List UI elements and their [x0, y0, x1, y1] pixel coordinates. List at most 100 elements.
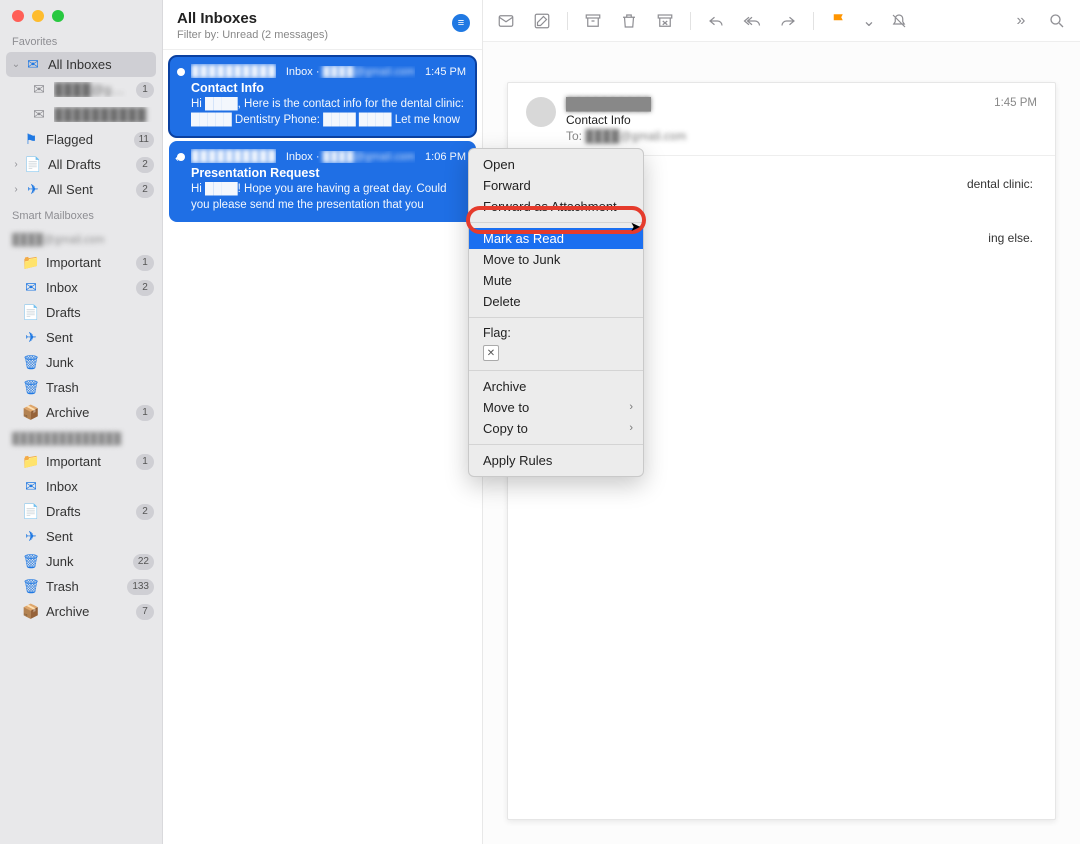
sidebar-item-drafts[interactable]: 📄Drafts2 — [0, 499, 162, 524]
sidebar-item-label: Junk — [46, 554, 133, 569]
folder-icon: 📁 — [22, 254, 40, 271]
message-from: ██████████ — [191, 149, 276, 163]
ctx-archive[interactable]: Archive — [469, 376, 643, 397]
minimize-window-button[interactable] — [32, 10, 44, 22]
reply-icon[interactable] — [705, 10, 727, 32]
sidebar-item-all-sent[interactable]: › ✈︎ All Sent 2 — [0, 177, 162, 202]
compose-icon[interactable] — [531, 10, 553, 32]
sidebar-item-trash[interactable]: 🗑︎ Trash — [0, 375, 162, 400]
inbox-icon: ✉︎ — [22, 279, 40, 296]
sidebar-item-label: Drafts — [46, 305, 154, 320]
inbox-icon: ✉︎ — [30, 106, 48, 123]
reader-to: To: ████@gmail.com — [566, 129, 984, 143]
sent-icon: ✈︎ — [24, 181, 42, 198]
toolbar-separator — [567, 12, 568, 30]
junk-icon: 🗑︎ — [22, 553, 40, 570]
toolbar-separator — [690, 12, 691, 30]
ctx-move-to-junk[interactable]: Move to Junk — [469, 249, 643, 270]
mute-icon[interactable] — [888, 10, 910, 32]
sidebar-item-junk[interactable]: 🗑︎Junk22 — [0, 549, 162, 574]
more-icon[interactable]: » — [1010, 10, 1032, 32]
sidebar-item-sent[interactable]: ✈︎Sent — [0, 325, 162, 350]
count-badge: 2 — [136, 504, 154, 520]
sidebar-item-inbox[interactable]: ✉︎ Inbox — [0, 474, 162, 499]
sidebar-item-label: Trash — [46, 380, 154, 395]
sidebar-item-archive[interactable]: 📦Archive1 — [0, 400, 162, 425]
search-icon[interactable] — [1046, 10, 1068, 32]
ctx-forward-attachment[interactable]: Forward as Attachment — [469, 196, 643, 217]
chevron-down-icon[interactable]: ⌄ — [10, 59, 22, 70]
ctx-delete[interactable]: Delete — [469, 291, 643, 312]
count-badge: 7 — [136, 604, 154, 620]
sidebar-item-trash[interactable]: 🗑︎Trash133 — [0, 574, 162, 599]
menu-separator — [469, 317, 643, 318]
sidebar-section-account2: ██████████████ — [0, 425, 162, 449]
reader-subject: Contact Info — [566, 113, 984, 127]
count-badge: 2 — [136, 157, 154, 173]
ctx-mute[interactable]: Mute — [469, 270, 643, 291]
menu-separator — [469, 444, 643, 445]
sidebar-item-inbox[interactable]: ✉︎Inbox2 — [0, 275, 162, 300]
archive-icon[interactable] — [582, 10, 604, 32]
sidebar-item-label: Junk — [46, 355, 154, 370]
sidebar-item-junk[interactable]: 🗑︎ Junk — [0, 350, 162, 375]
message-preview: Hi ████! Hope you are having a great day… — [191, 182, 466, 212]
forward-icon[interactable] — [777, 10, 799, 32]
ctx-open[interactable]: Open — [469, 154, 643, 175]
sidebar-item-flagged[interactable]: ⚑ Flagged 11 — [0, 127, 162, 152]
message-list-pane: All Inboxes Filter by: Unread (2 message… — [163, 0, 483, 844]
sidebar-item-all-inboxes[interactable]: ⌄ ✉︎ All Inboxes — [6, 52, 156, 77]
trash-icon[interactable] — [618, 10, 640, 32]
message-time: 1:45 PM — [425, 66, 466, 78]
sidebar-item-drafts[interactable]: 📄Drafts — [0, 300, 162, 325]
message-item[interactable]: ↩︎ ██████████ Inbox · ████@gmail.com 1:0… — [169, 141, 476, 222]
sidebar-section-smart: Smart Mailboxes — [0, 202, 162, 226]
sidebar-item-account2-inbox[interactable]: ✉︎ ██████████ — [0, 102, 162, 127]
sidebar-item-label: Archive — [46, 604, 136, 619]
filter-toggle-button[interactable]: ≡ — [452, 14, 470, 32]
count-badge: 133 — [127, 579, 154, 595]
sidebar-item-account1-inbox[interactable]: ✉︎ ████@g… 1 — [0, 77, 162, 102]
trash-icon: 🗑︎ — [22, 379, 40, 396]
sidebar-item-label: ████@g… — [54, 82, 136, 97]
inbox-icon: ✉︎ — [22, 478, 40, 495]
message-subject: Presentation Request — [191, 166, 466, 180]
sidebar: Favorites ⌄ ✉︎ All Inboxes ✉︎ ████@g… 1 … — [0, 0, 163, 844]
close-window-button[interactable] — [12, 10, 24, 22]
sidebar-item-archive[interactable]: 📦Archive7 — [0, 599, 162, 624]
ctx-copy-to[interactable]: Copy to› — [469, 418, 643, 439]
message-list-header: All Inboxes Filter by: Unread (2 message… — [163, 0, 482, 50]
sidebar-item-sent[interactable]: ✈︎Sent — [0, 524, 162, 549]
sidebar-item-important[interactable]: 📁Important1 — [0, 449, 162, 474]
count-badge: 1 — [136, 454, 154, 470]
ctx-apply-rules[interactable]: Apply Rules — [469, 450, 643, 471]
flag-icon[interactable] — [828, 10, 850, 32]
menu-separator — [469, 370, 643, 371]
zoom-window-button[interactable] — [52, 10, 64, 22]
chevron-right-icon[interactable]: › — [10, 184, 22, 195]
sidebar-item-all-drafts[interactable]: › 📄 All Drafts 2 — [0, 152, 162, 177]
envelope-icon[interactable] — [495, 10, 517, 32]
sidebar-item-important[interactable]: 📁Important1 — [0, 250, 162, 275]
chevron-right-icon: › — [629, 422, 633, 434]
sidebar-item-label: Sent — [46, 529, 154, 544]
reply-all-icon[interactable] — [741, 10, 763, 32]
message-header: ██████████ Contact Info To: ████@gmail.c… — [508, 83, 1055, 156]
sidebar-item-label: All Inboxes — [48, 57, 148, 72]
flag-clear-button[interactable]: ✕ — [483, 345, 499, 361]
ctx-flag-label: Flag: — [469, 323, 643, 340]
sidebar-item-label: Inbox — [46, 479, 154, 494]
junk-icon: 🗑︎ — [22, 354, 40, 371]
junk-icon[interactable] — [654, 10, 676, 32]
sidebar-item-label: Sent — [46, 330, 154, 345]
ctx-forward[interactable]: Forward — [469, 175, 643, 196]
message-item[interactable]: ██████████ Inbox · ████@gmail.com 1:45 P… — [169, 56, 476, 137]
chevron-right-icon[interactable]: › — [10, 159, 22, 170]
unread-dot-icon — [177, 68, 185, 76]
ctx-move-to[interactable]: Move to› — [469, 397, 643, 418]
avatar — [526, 97, 556, 127]
chevron-down-icon[interactable]: ⌄ — [864, 10, 874, 32]
toolbar-separator — [813, 12, 814, 30]
ctx-mark-as-read[interactable]: Mark as Read — [469, 228, 643, 249]
sidebar-item-label: All Drafts — [48, 157, 136, 172]
